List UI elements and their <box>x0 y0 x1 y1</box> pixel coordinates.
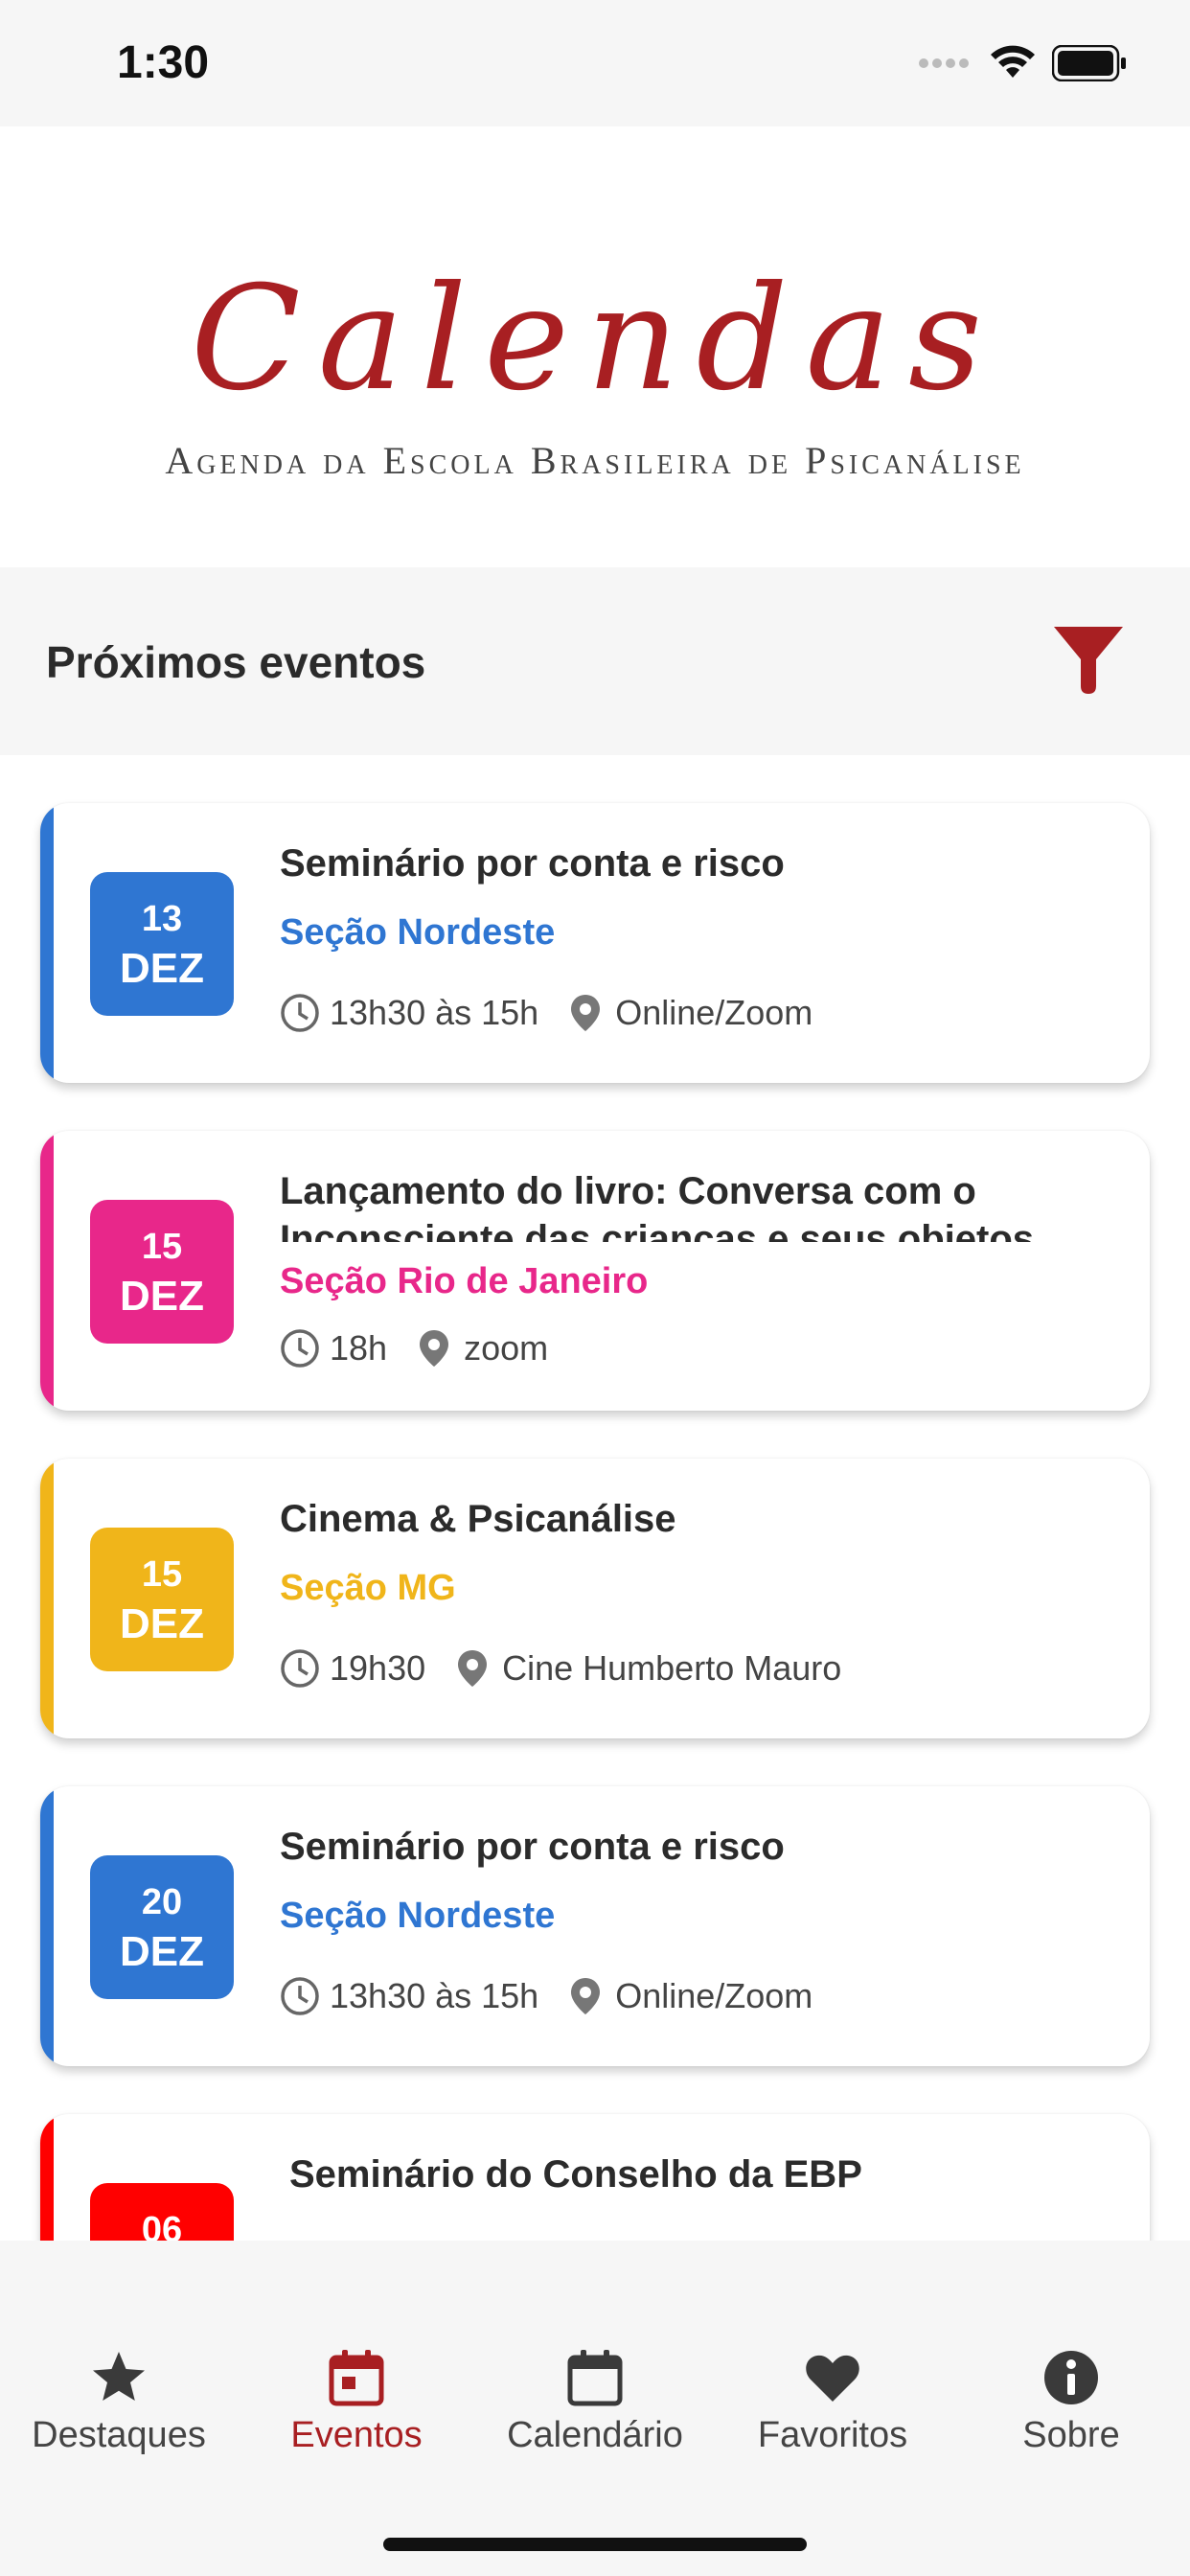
logo-title: Calendas <box>191 256 999 423</box>
heart-icon <box>806 2355 859 2402</box>
event-section: Seção MG <box>280 1568 456 1608</box>
tab-label: Destaques <box>32 2415 206 2455</box>
section-header: Próximos eventos <box>0 567 1190 755</box>
card-stripe <box>40 1459 54 1738</box>
event-time: 19h30 <box>330 1648 426 1688</box>
location-pin-icon <box>571 995 601 1031</box>
events-list[interactable]: 13 DEZ Seminário por conta e risco Seção… <box>0 755 1190 2241</box>
tab-label: Eventos <box>290 2415 423 2455</box>
date-badge: 13 DEZ <box>90 872 234 1016</box>
card-stripe <box>40 1131 54 1411</box>
event-meta: 13h30 às 15h Online/Zoom <box>280 1976 812 2016</box>
event-location: Cine Humberto Mauro <box>502 1648 842 1688</box>
location-pin-icon <box>571 1978 601 2014</box>
date-month: DEZ <box>120 1273 204 1320</box>
event-meta: 19h30 Cine Humberto Mauro <box>280 1648 841 1689</box>
event-section: Seção Rio de Janeiro <box>280 1261 649 1301</box>
home-indicator <box>383 2538 807 2551</box>
clock-icon <box>281 1649 319 1688</box>
date-badge: 06 <box>90 2183 234 2241</box>
section-title: Próximos eventos <box>46 637 426 687</box>
event-time: 13h30 às 15h <box>330 1976 539 2015</box>
card-stripe <box>40 803 54 1083</box>
event-location: Online/Zoom <box>615 993 813 1032</box>
event-title: Seminário do Conselho da EBP <box>289 2153 862 2196</box>
header: Calendas Agenda da Escola Brasileira de … <box>0 126 1190 567</box>
logo-subtitle: Agenda da Escola Brasileira de Psicanáli… <box>165 439 1025 482</box>
date-day: 13 <box>141 899 183 939</box>
date-badge: 20 DEZ <box>90 1855 234 1999</box>
event-card[interactable]: 13 DEZ Seminário por conta e risco Seção… <box>40 803 1150 1083</box>
event-card[interactable]: 06 Seminário do Conselho da EBP <box>40 2114 1150 2241</box>
battery-icon <box>1052 45 1126 81</box>
event-time: 13h30 às 15h <box>330 993 539 1032</box>
event-title: Cinema & Psicanálise <box>280 1498 676 1540</box>
calendar-event-icon <box>329 2350 384 2406</box>
card-stripe <box>40 1786 54 2066</box>
date-day: 20 <box>141 1882 183 1922</box>
signal-icon <box>919 58 969 68</box>
status-time: 1:30 <box>117 37 210 88</box>
status-bar: 1:30 <box>0 0 1190 126</box>
tab-favoritos[interactable]: Favoritos <box>714 2348 951 2456</box>
location-pin-icon <box>458 1650 488 1687</box>
info-icon <box>1044 2351 1098 2404</box>
date-day: 15 <box>141 1227 183 1267</box>
card-stripe <box>40 2114 54 2241</box>
tab-sobre[interactable]: Sobre <box>952 2348 1190 2456</box>
event-meta: 18h zoom <box>280 1328 548 1368</box>
event-card[interactable]: 15 DEZ Cinema & Psicanálise Seção MG 19h… <box>40 1459 1150 1738</box>
location-pin-icon <box>420 1330 449 1367</box>
wifi-icon <box>991 45 1035 78</box>
date-day: 06 <box>141 2210 183 2241</box>
date-month: DEZ <box>120 1928 204 1975</box>
event-title: Seminário por conta e risco <box>280 842 785 885</box>
clock-icon <box>281 994 319 1032</box>
calendar-icon <box>567 2350 623 2406</box>
tab-label: Sobre <box>1022 2415 1120 2455</box>
clock-icon <box>281 1977 319 2015</box>
event-title: Seminário por conta e risco <box>280 1826 785 1868</box>
tab-destaques[interactable]: Destaques <box>0 2348 238 2456</box>
star-icon <box>93 2352 145 2401</box>
event-section: Seção Nordeste <box>280 1896 556 1936</box>
event-card[interactable]: 20 DEZ Seminário por conta e risco Seção… <box>40 1786 1150 2066</box>
event-meta: 13h30 às 15h Online/Zoom <box>280 993 812 1033</box>
tab-label: Favoritos <box>757 2415 908 2455</box>
date-badge: 15 DEZ <box>90 1200 234 1344</box>
tab-calendario[interactable]: Calendário <box>476 2348 714 2456</box>
event-time: 18h <box>330 1328 388 1368</box>
date-month: DEZ <box>120 945 204 992</box>
tab-eventos[interactable]: Eventos <box>238 2348 475 2456</box>
event-card[interactable]: 15 DEZ Lançamento do livro: Conversa com… <box>40 1131 1150 1411</box>
date-day: 15 <box>141 1554 183 1595</box>
clock-icon <box>281 1329 319 1368</box>
tab-bar: Destaques Eventos Calendário Favoritos S… <box>0 2308 1190 2576</box>
event-title: Lançamento do livro: Conversa com o Inco… <box>280 1170 1034 1242</box>
status-icons <box>918 44 1127 82</box>
tab-label: Calendário <box>507 2415 683 2455</box>
event-location: zoom <box>464 1328 549 1368</box>
date-month: DEZ <box>120 1600 204 1647</box>
event-section: Seção Nordeste <box>280 912 556 953</box>
event-location: Online/Zoom <box>615 1976 813 2015</box>
date-badge: 15 DEZ <box>90 1528 234 1671</box>
filter-icon[interactable] <box>1052 623 1125 698</box>
